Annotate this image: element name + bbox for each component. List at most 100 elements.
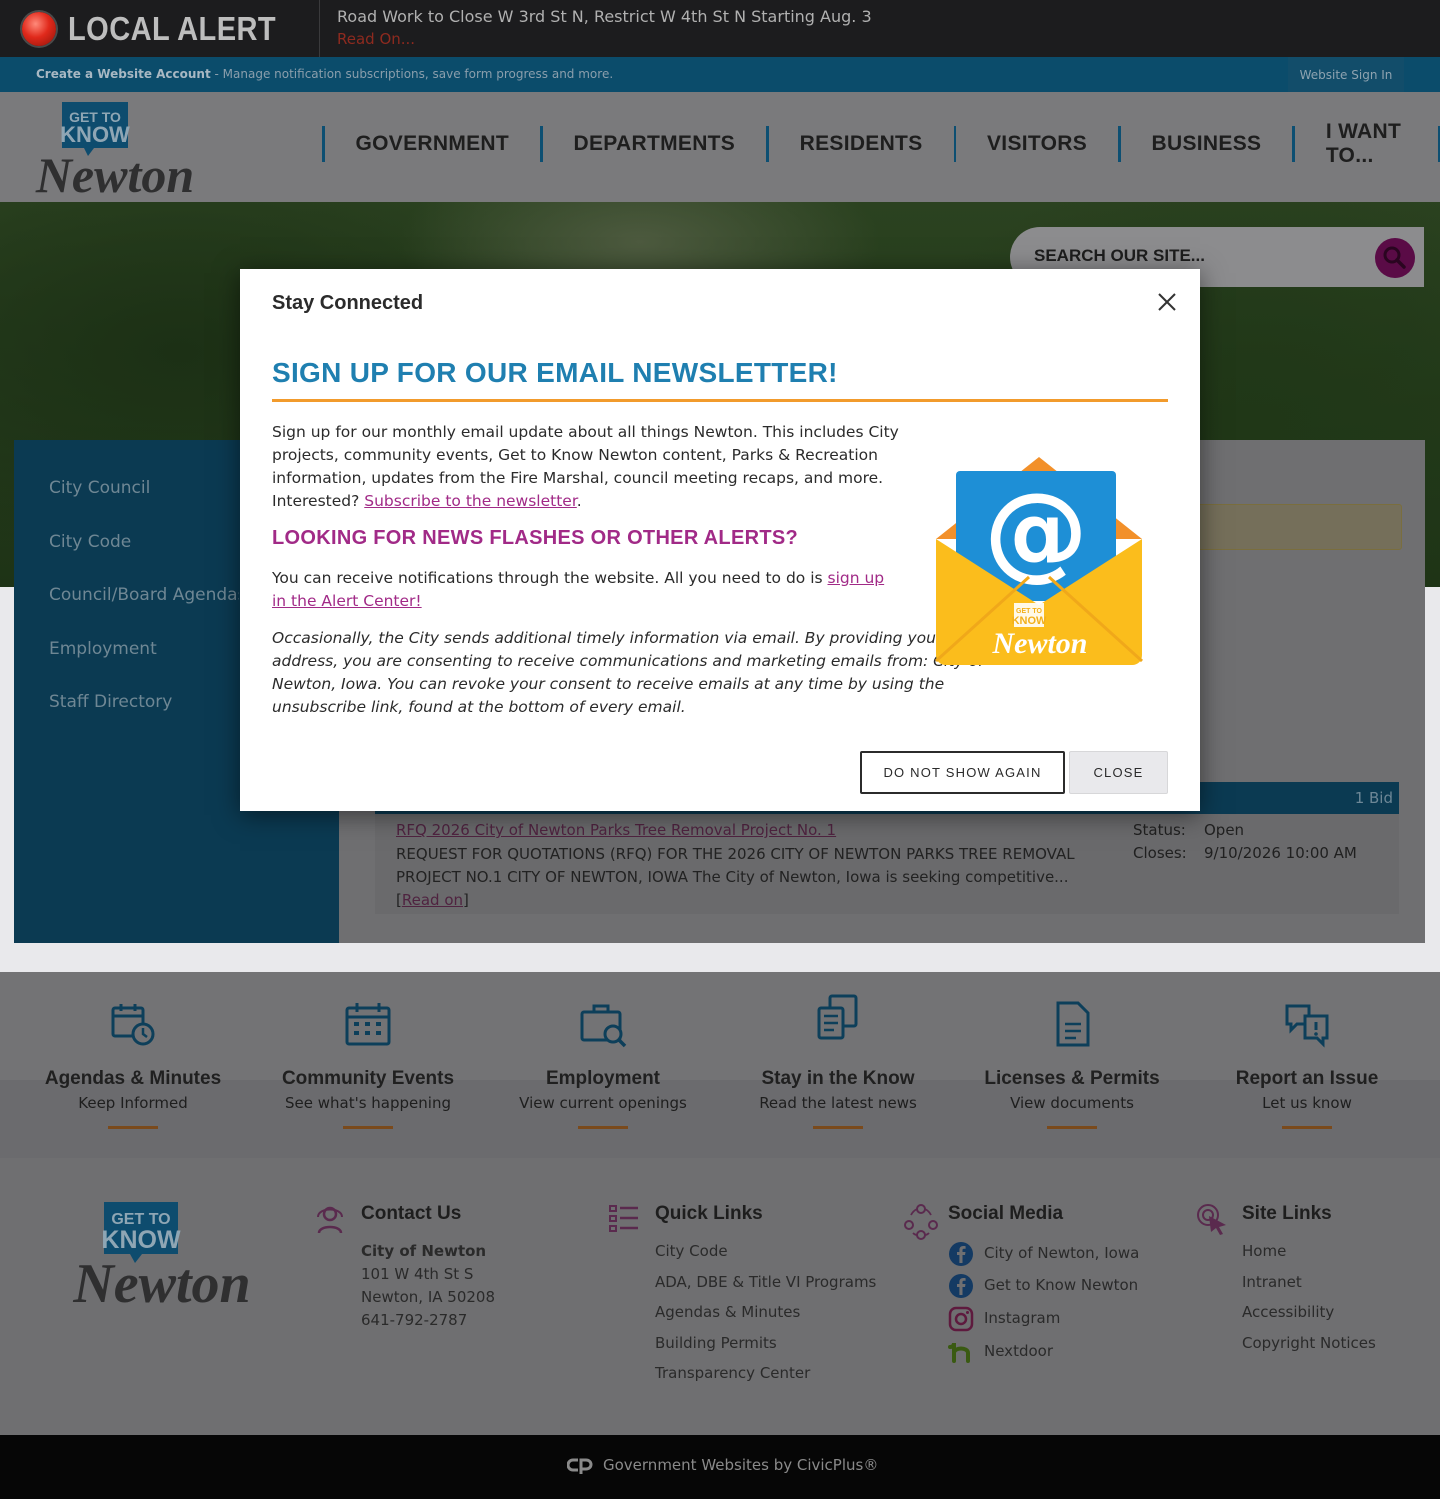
tile-underline bbox=[1282, 1126, 1332, 1129]
tile-subtitle: Let us know bbox=[1262, 1094, 1352, 1112]
tile-underline bbox=[343, 1126, 393, 1129]
pointer-click-icon bbox=[1197, 1204, 1226, 1235]
bid-count: 1 Bid bbox=[1354, 789, 1393, 807]
quick-link-agendas[interactable]: Agendas & Minutes bbox=[655, 1303, 800, 1321]
nav-residents[interactable]: RESIDENTS bbox=[769, 132, 954, 156]
contact-person-icon bbox=[317, 1206, 343, 1234]
news-icon bbox=[817, 994, 858, 1040]
tile-report-an-issue[interactable]: Report an Issue Let us know bbox=[1192, 1000, 1422, 1129]
local-alert-label: LOCAL ALERT bbox=[68, 9, 277, 47]
sidebar-item-employment[interactable]: Employment bbox=[49, 639, 157, 659]
tile-title: Report an Issue bbox=[1235, 1068, 1379, 1089]
envelope-logo-newton: Newton bbox=[991, 627, 1087, 660]
contact-phone[interactable]: 641-792-2787 bbox=[361, 1311, 467, 1329]
tile-title: Employment bbox=[545, 1068, 661, 1089]
copyright-bar: Government Websites by CivicPlus® bbox=[0, 1435, 1440, 1499]
quick-link-ada[interactable]: ADA, DBE & Title VI Programs bbox=[655, 1273, 876, 1291]
create-account-description: - Manage notification subscriptions, sav… bbox=[210, 67, 614, 81]
email-envelope-icon: @ GET TO KNOW Newton bbox=[934, 457, 1144, 665]
bid-closes-label: Closes: bbox=[1133, 844, 1187, 862]
close-button[interactable]: CLOSE bbox=[1069, 751, 1168, 794]
nav-departments[interactable]: DEPARTMENTS bbox=[543, 132, 767, 156]
quick-link-transparency[interactable]: Transparency Center bbox=[655, 1364, 810, 1382]
briefcase-search-icon bbox=[580, 1004, 627, 1048]
nav-business[interactable]: BUSINESS bbox=[1121, 132, 1293, 156]
contact-us-heading: Contact Us bbox=[361, 1203, 462, 1224]
logo-newton: Newton bbox=[35, 147, 194, 195]
social-media-heading: Social Media bbox=[948, 1203, 1064, 1224]
civicplus-logo-icon[interactable] bbox=[567, 1457, 593, 1477]
nav-i-want-to[interactable]: I WANT TO... bbox=[1295, 120, 1438, 168]
bid-description-text: REQUEST FOR QUOTATIONS (RFQ) FOR THE 202… bbox=[396, 845, 1075, 886]
tile-title: Stay in the Know bbox=[761, 1068, 915, 1089]
subscribe-newsletter-link[interactable]: Subscribe to the newsletter bbox=[364, 492, 577, 510]
create-account-link[interactable]: Create a Website Account bbox=[36, 67, 211, 81]
tile-employment[interactable]: Employment View current openings bbox=[488, 1000, 718, 1129]
tile-underline bbox=[813, 1126, 863, 1129]
footer-logo-newton: Newton bbox=[72, 1253, 250, 1308]
local-alert-bar: LOCAL ALERT Road Work to Close W 3rd St … bbox=[0, 0, 1440, 57]
sidebar-item-staff-directory[interactable]: Staff Directory bbox=[49, 692, 172, 712]
social-link-instagram[interactable]: Instagram bbox=[984, 1309, 1060, 1327]
site-link-copyright-notices[interactable]: Copyright Notices bbox=[1242, 1334, 1376, 1352]
nav-government[interactable]: GOVERNMENT bbox=[325, 132, 541, 156]
close-icon[interactable] bbox=[1156, 291, 1178, 313]
site-link-home[interactable]: Home bbox=[1242, 1242, 1286, 1260]
title-divider bbox=[272, 399, 1168, 402]
instagram-icon bbox=[948, 1306, 974, 1332]
footer-logo[interactable]: GET TO KNOW Newton bbox=[50, 1200, 275, 1308]
tile-licenses-permits[interactable]: Licenses & Permits View documents bbox=[957, 1000, 1187, 1129]
site-link-accessibility[interactable]: Accessibility bbox=[1242, 1303, 1334, 1321]
logo-know: KNOW bbox=[60, 122, 130, 147]
site-link-intranet[interactable]: Intranet bbox=[1242, 1273, 1302, 1291]
consent-disclaimer: Occasionally, the City sends additional … bbox=[272, 629, 990, 716]
social-link-gtkn-facebook[interactable]: Get to Know Newton bbox=[984, 1276, 1138, 1294]
newsletter-description: Sign up for our monthly email update abo… bbox=[272, 423, 899, 510]
search-placeholder: SEARCH OUR SITE... bbox=[1034, 246, 1205, 265]
social-network-icon bbox=[904, 1204, 938, 1240]
newsletter-title: SIGN UP FOR OUR EMAIL NEWSLETTER! bbox=[272, 357, 838, 388]
website-sign-in-button[interactable]: Website Sign In bbox=[1288, 57, 1404, 92]
main-nav: GOVERNMENT DEPARTMENTS RESIDENTS VISITOR… bbox=[322, 120, 1440, 167]
stay-connected-modal: Stay Connected SIGN UP FOR OUR EMAIL NEW… bbox=[240, 269, 1200, 811]
tile-subtitle: Keep Informed bbox=[78, 1094, 188, 1112]
bid-title-link[interactable]: RFQ 2026 City of Newton Parks Tree Remov… bbox=[396, 821, 836, 839]
quick-link-city-code[interactable]: City Code bbox=[655, 1242, 728, 1260]
social-link-city-facebook[interactable]: City of Newton, Iowa bbox=[984, 1244, 1139, 1262]
footer-logo-know: KNOW bbox=[101, 1226, 181, 1254]
tile-subtitle: Read the latest news bbox=[759, 1094, 917, 1112]
quick-link-building-permits[interactable]: Building Permits bbox=[655, 1334, 777, 1352]
calendar-grid-icon bbox=[345, 1003, 391, 1046]
site-logo[interactable]: GET TO KNOW Newton bbox=[14, 100, 219, 195]
sidebar-item-agendas[interactable]: Council/Board Agendas bbox=[49, 585, 239, 605]
search-button[interactable] bbox=[1375, 238, 1415, 278]
local-alert-badge[interactable]: LOCAL ALERT bbox=[0, 0, 320, 57]
envelope-logo-get-to: GET TO bbox=[1016, 608, 1042, 615]
tile-community-events[interactable]: Community Events See what's happening bbox=[253, 1000, 483, 1129]
tile-agendas-minutes[interactable]: Agendas & Minutes Keep Informed bbox=[18, 1000, 248, 1129]
sidebar-item-city-council[interactable]: City Council bbox=[49, 478, 150, 498]
site-links-heading: Site Links bbox=[1242, 1203, 1332, 1224]
alert-read-on-link[interactable]: Read On... bbox=[337, 30, 415, 48]
facebook-icon bbox=[949, 1274, 973, 1298]
search-icon bbox=[1383, 246, 1406, 269]
tile-stay-in-the-know[interactable]: Stay in the Know Read the latest news bbox=[723, 994, 953, 1129]
chat-alert-icon bbox=[1285, 1004, 1329, 1048]
tile-subtitle: See what's happening bbox=[285, 1094, 451, 1112]
tile-title: Licenses & Permits bbox=[984, 1068, 1160, 1089]
sidebar-item-city-code[interactable]: City Code bbox=[49, 532, 131, 552]
do-not-show-again-button[interactable]: DO NOT SHOW AGAIN bbox=[860, 751, 1065, 794]
nav-visitors[interactable]: VISITORS bbox=[956, 132, 1118, 156]
alert-message[interactable]: Road Work to Close W 3rd St N, Restrict … bbox=[337, 7, 872, 26]
bid-status-value: Open bbox=[1204, 821, 1245, 839]
document-icon bbox=[1056, 1001, 1090, 1047]
calendar-clock-icon bbox=[111, 1004, 155, 1046]
account-bar-text: Create a Website Account - Manage notifi… bbox=[36, 67, 613, 81]
bid-read-on-link[interactable]: Read on bbox=[402, 891, 463, 909]
social-link-nextdoor[interactable]: Nextdoor bbox=[984, 1342, 1053, 1360]
alerts-description: You can receive notifications through th… bbox=[272, 567, 902, 613]
civicplus-link[interactable]: Government Websites by CivicPlus® bbox=[603, 1456, 878, 1474]
list-icon bbox=[609, 1205, 638, 1232]
facebook-icon bbox=[949, 1242, 973, 1266]
tile-subtitle: View current openings bbox=[519, 1094, 687, 1112]
